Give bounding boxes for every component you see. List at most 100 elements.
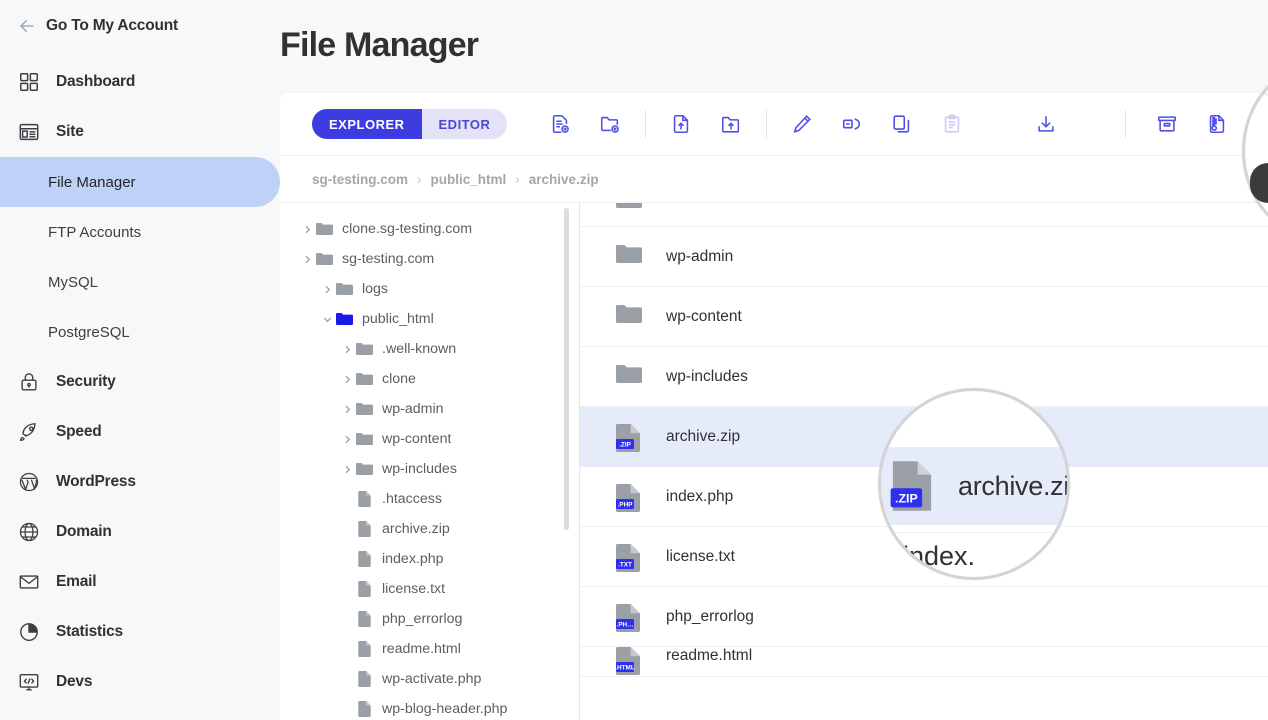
tree-node[interactable]: public_html <box>280 304 579 334</box>
tree-node[interactable]: wp-content <box>280 424 579 454</box>
chevron-right-icon[interactable] <box>300 254 314 265</box>
magnified-toolbar-bg <box>1245 65 1268 94</box>
sidebar-item-speed[interactable]: Speed <box>0 407 280 457</box>
tree-node[interactable]: .well-known <box>280 334 579 364</box>
new-folder-icon[interactable] <box>599 113 621 135</box>
tree-node[interactable]: php_errorlog <box>280 604 579 634</box>
folder-icon <box>356 372 373 386</box>
tree-node[interactable]: wp-activate.php <box>280 664 579 694</box>
sidebar-item-label: PostgreSQL <box>48 323 130 341</box>
file-icon <box>358 581 371 597</box>
tab-editor[interactable]: EDITOR <box>421 109 508 139</box>
rename-pencil-icon[interactable] <box>791 113 813 135</box>
tree-node[interactable]: .htaccess <box>280 484 579 514</box>
paste-clipboard-icon <box>941 113 963 135</box>
copy-icon[interactable] <box>891 113 913 135</box>
tree-scrollbar[interactable] <box>564 208 569 530</box>
tree-node[interactable]: license.txt <box>280 574 579 604</box>
breadcrumb-item-2[interactable]: archive.zip <box>529 172 599 187</box>
archive-icon[interactable] <box>1156 113 1178 135</box>
svg-text:.TXT: .TXT <box>618 561 632 568</box>
tree-node[interactable]: readme.html <box>280 634 579 664</box>
folder-open-icon <box>336 312 353 326</box>
chevron-down-icon[interactable] <box>320 314 334 325</box>
extract-icon[interactable] <box>1206 113 1228 135</box>
tree-node[interactable]: archive.zip <box>280 514 579 544</box>
chevron-right-icon[interactable] <box>340 464 354 475</box>
magnified-divider <box>1245 94 1268 95</box>
chevron-right-icon[interactable] <box>340 404 354 415</box>
chevron-right-icon[interactable] <box>300 224 314 235</box>
tree-node-label: wp-blog-header.php <box>382 701 508 717</box>
sidebar-nav: Dashboard Site File Manager FTP Accounts… <box>0 57 280 707</box>
magnifier-archive-zip: .ZIP archive.zip index. <box>878 388 1070 580</box>
breadcrumb-item-1[interactable]: public_html <box>431 172 507 187</box>
directory-tree: clone.sg-testing.com sg-testing.com logs… <box>280 203 580 720</box>
tree-node-label: wp-content <box>382 431 452 447</box>
folder-icon <box>316 252 333 266</box>
tree-node[interactable]: sg-testing.com <box>280 244 579 274</box>
tree-node[interactable]: logs <box>280 274 579 304</box>
sidebar-item-postgresql[interactable]: PostgreSQL <box>0 307 280 357</box>
tab-explorer[interactable]: EXPLORER <box>312 109 422 139</box>
tree-node[interactable]: index.php <box>280 544 579 574</box>
tree-node[interactable]: wp-blog-header.php <box>280 694 579 720</box>
go-to-my-account-link[interactable]: Go To My Account <box>0 0 280 52</box>
file-list-row[interactable]: .HTML readme.html <box>580 647 1268 677</box>
magnified-next-file-name: index. <box>903 541 976 571</box>
file-name: index.php <box>666 487 734 505</box>
explorer-split: clone.sg-testing.com sg-testing.com logs… <box>280 203 1268 720</box>
file-icon <box>358 671 371 687</box>
sidebar-item-wordpress[interactable]: WordPress <box>0 457 280 507</box>
file-list-row[interactable] <box>580 203 1268 227</box>
magnified-divider <box>1245 215 1268 216</box>
sidebar-item-devs[interactable]: Devs <box>0 657 280 707</box>
file-list-row[interactable]: wp-content <box>580 287 1268 347</box>
download-icon[interactable] <box>1035 113 1057 135</box>
sidebar-item-mysql[interactable]: MySQL <box>0 257 280 307</box>
sidebar-item-ftp-accounts[interactable]: FTP Accounts <box>0 207 280 257</box>
breadcrumb-separator: › <box>417 171 422 187</box>
tree-node[interactable]: clone.sg-testing.com <box>280 214 579 244</box>
file-list-row[interactable]: wp-admin <box>580 227 1268 287</box>
file-name: readme.html <box>666 647 753 664</box>
chevron-right-icon[interactable] <box>340 344 354 355</box>
file-manager-app: Go To My Account Dashboard Site File Man… <box>0 0 1268 720</box>
tab-explorer-label: EXPLORER <box>329 116 405 132</box>
upload-folder-icon[interactable] <box>720 113 742 135</box>
move-icon[interactable] <box>841 113 863 135</box>
magnified-file-row-archive-zip[interactable]: .ZIP archive.zip <box>881 447 1067 525</box>
file-name: license.txt <box>666 547 735 565</box>
sidebar-item-dashboard[interactable]: Dashboard <box>0 57 280 107</box>
sidebar-item-site[interactable]: Site <box>0 107 280 157</box>
folder-icon <box>356 402 373 416</box>
upload-file-icon[interactable] <box>670 113 692 135</box>
svg-text:.PHP: .PHP <box>618 501 634 508</box>
sidebar-item-domain[interactable]: Domain <box>0 507 280 557</box>
file-list-row[interactable]: wp-includes <box>580 347 1268 407</box>
new-file-icon[interactable] <box>549 113 571 135</box>
folder-icon <box>356 432 373 446</box>
file-name: wp-admin <box>666 247 734 265</box>
breadcrumb-item-0[interactable]: sg-testing.com <box>312 172 408 187</box>
tree-node[interactable]: wp-admin <box>280 394 579 424</box>
chevron-right-icon[interactable] <box>340 434 354 445</box>
chevron-right-icon[interactable] <box>340 374 354 385</box>
page-title: File Manager <box>280 26 479 64</box>
tree-node-label: license.txt <box>382 581 446 597</box>
file-list-row[interactable]: .PH… php_errorlog <box>580 587 1268 647</box>
sidebar-item-statistics[interactable]: Statistics <box>0 607 280 657</box>
file-name: wp-includes <box>666 367 748 385</box>
sidebar-item-file-manager[interactable]: File Manager <box>0 157 280 207</box>
tree-node[interactable]: wp-includes <box>280 454 579 484</box>
folder-icon <box>616 203 642 215</box>
sidebar-item-security[interactable]: Security <box>0 357 280 407</box>
tree-node[interactable]: clone <box>280 364 579 394</box>
tree-node-label: logs <box>362 281 389 297</box>
chevron-right-icon[interactable] <box>320 284 334 295</box>
sidebar: Go To My Account Dashboard Site File Man… <box>0 0 280 720</box>
sidebar-item-email[interactable]: Email <box>0 557 280 607</box>
rocket-icon <box>18 421 40 443</box>
svg-text:.PH…: .PH… <box>616 621 633 628</box>
zip-file-icon: .ZIP <box>889 459 935 513</box>
